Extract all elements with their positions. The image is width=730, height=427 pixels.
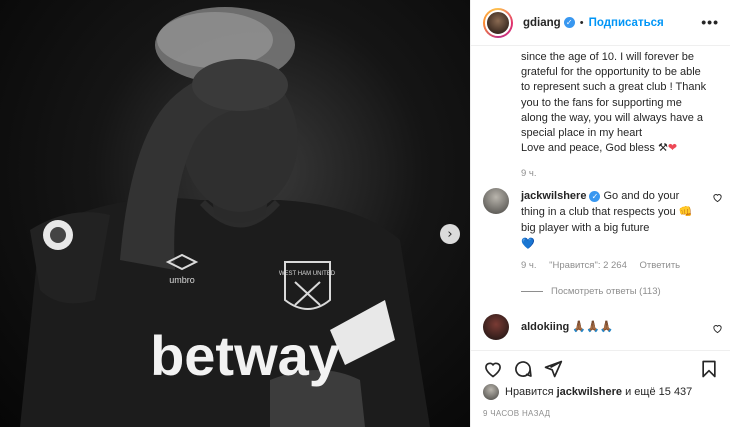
author-username[interactable]: gdiang xyxy=(523,17,561,29)
player-image: WEST HAM UNITED umbro betway xyxy=(20,7,430,427)
comment-username[interactable]: aldokiing xyxy=(521,321,569,333)
caption-line: Love and peace, God bless ⚒❤ xyxy=(521,142,678,155)
blue-heart-emoji: 💙 xyxy=(521,238,535,250)
sponsor-text: betway xyxy=(150,324,340,387)
divider xyxy=(521,291,543,292)
comment-time[interactable]: 9 ч. xyxy=(521,260,537,271)
kit-brand: umbro xyxy=(169,275,195,285)
avatar xyxy=(483,384,499,400)
avatar[interactable] xyxy=(483,188,509,214)
heart-emoji: ❤ xyxy=(667,142,678,155)
avatar[interactable] xyxy=(483,7,513,38)
comment-text: jackwilshere ✓ Go and do your thing in a … xyxy=(521,190,693,250)
liked-username[interactable]: jackwilshere xyxy=(557,386,622,398)
bookmark-icon[interactable] xyxy=(699,359,719,379)
heart-icon[interactable] xyxy=(483,359,503,379)
heart-icon[interactable] xyxy=(712,323,723,334)
caption-line: to represent such a great club ! Thank xyxy=(521,81,707,94)
side-panel: gdiang ✓ • Подписаться ••• since the age… xyxy=(470,0,730,427)
caption-line: along the way, you will always have a xyxy=(521,111,704,124)
verified-icon: ✓ xyxy=(563,17,575,28)
caption-line: special place in my heart xyxy=(521,127,643,140)
fist-emoji: 👊 xyxy=(678,206,693,218)
next-photo-button[interactable]: › xyxy=(440,224,460,244)
caption-line: since the age of 10. I will forever be xyxy=(521,51,695,63)
view-replies-button[interactable]: Посмотреть ответы (113) xyxy=(521,286,661,297)
caption-line: grateful for the opportunity to be able xyxy=(521,66,701,79)
likes-summary[interactable]: Нравится jackwilshere и ещё 15 437 xyxy=(483,384,692,400)
avatar[interactable] xyxy=(483,314,509,340)
comment-text: aldokiing 🙏🏾🙏🏾🙏🏾 xyxy=(521,321,614,333)
post-timestamp[interactable]: 9 ЧАСОВ НАЗАД xyxy=(483,409,550,418)
caption-line: you to the fans for supporting me xyxy=(521,96,682,109)
comment-username[interactable]: jackwilshere xyxy=(521,190,586,202)
comment-meta: 9 ч. "Нравится": 2 264 Ответить xyxy=(521,260,690,271)
separator-dot: • xyxy=(579,16,584,29)
comment-likes[interactable]: "Нравится": 2 264 xyxy=(549,260,627,271)
heart-icon[interactable] xyxy=(712,192,723,203)
more-icon[interactable]: ••• xyxy=(701,14,719,30)
comments-section[interactable]: since the age of 10. I will forever be g… xyxy=(471,46,730,350)
reply-button[interactable]: Ответить xyxy=(640,260,681,271)
post-header: gdiang ✓ • Подписаться ••• xyxy=(471,0,730,46)
action-bar xyxy=(471,350,730,386)
post-photo[interactable]: WEST HAM UNITED umbro betway › xyxy=(0,0,470,427)
crest-text: WEST HAM UNITED xyxy=(279,271,336,277)
follow-button[interactable]: Подписаться xyxy=(589,17,664,29)
share-icon[interactable] xyxy=(543,359,563,379)
verified-icon: ✓ xyxy=(589,190,601,202)
chevron-right-icon: › xyxy=(447,226,453,242)
caption-time[interactable]: 9 ч. xyxy=(521,166,721,181)
comment-icon[interactable] xyxy=(513,359,533,379)
post-caption: since the age of 10. I will forever be g… xyxy=(521,50,721,182)
